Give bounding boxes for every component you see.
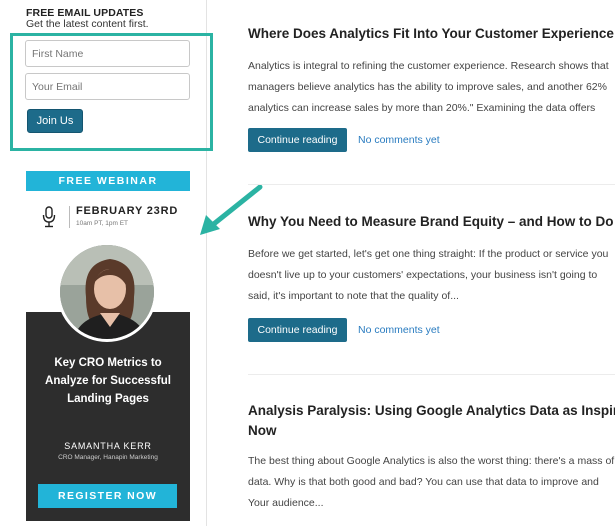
post-item: Where Does Analytics Fit Into Your Custo…: [248, 24, 615, 119]
continue-reading-button[interactable]: Continue reading: [248, 318, 347, 342]
post-item: Analysis Paralysis: Using Google Analyti…: [248, 401, 615, 514]
email-updates-subtitle: Get the latest content first.: [26, 18, 149, 30]
excerpt-line: Analytics is integral to refining the cu…: [248, 60, 609, 72]
speaker-role: CRO Manager, Hanapin Marketing: [58, 454, 158, 461]
webinar-banner: FREE WEBINAR: [26, 171, 190, 191]
main-content: Where Does Analytics Fit Into Your Custo…: [248, 0, 615, 526]
excerpt-line: Before we get started, let's get one thi…: [248, 248, 609, 260]
register-now-button[interactable]: REGISTER NOW: [38, 484, 177, 508]
post-excerpt: Analytics is integral to refining the cu…: [248, 56, 615, 119]
excerpt-line: Your audience...: [248, 497, 324, 509]
excerpt-line: analytics can increase sales by more tha…: [248, 102, 596, 114]
excerpt-line: data. Why is that both good and bad? You…: [248, 476, 599, 488]
post-title-line: Analysis Paralysis: Using Google Analyti…: [248, 403, 615, 418]
first-name-input[interactable]: [25, 40, 190, 67]
post-divider: [248, 184, 615, 185]
post-title[interactable]: Where Does Analytics Fit Into Your Custo…: [248, 24, 615, 44]
webinar-ad[interactable]: FREE WEBINAR FEBRUARY 23RD 10am PT, 1pm …: [26, 171, 190, 521]
excerpt-line: The best thing about Google Analytics is…: [248, 455, 615, 467]
excerpt-line: doesn't live up to your customers' expec…: [248, 269, 598, 281]
continue-reading-button[interactable]: Continue reading: [248, 128, 347, 152]
post-excerpt: The best thing about Google Analytics is…: [248, 451, 615, 514]
excerpt-line: managers believe analytics has the abili…: [248, 81, 607, 93]
post-divider: [248, 374, 615, 375]
comments-link[interactable]: No comments yet: [358, 134, 440, 146]
comments-link[interactable]: No comments yet: [358, 324, 440, 336]
speaker-photo: [57, 242, 157, 342]
speaker-name: SAMANTHA KERR: [64, 441, 152, 451]
webinar-date: FEBRUARY 23RD: [76, 205, 179, 217]
post-item: Why You Need to Measure Brand Equity – a…: [248, 212, 615, 307]
post-title[interactable]: Analysis Paralysis: Using Google Analyti…: [248, 401, 615, 441]
post-excerpt: Before we get started, let's get one thi…: [248, 244, 615, 307]
post-title-line: Now: [248, 423, 277, 438]
webinar-title: Key CRO Metrics to Analyze for Successfu…: [45, 357, 171, 405]
post-title[interactable]: Why You Need to Measure Brand Equity – a…: [248, 212, 615, 232]
date-divider: [69, 206, 70, 228]
email-input[interactable]: [25, 73, 190, 100]
excerpt-line: said, it's important to note that the qu…: [248, 290, 459, 302]
join-us-button[interactable]: Join Us: [27, 109, 83, 133]
webinar-time: 10am PT, 1pm ET: [76, 220, 129, 227]
sidebar: FREE EMAIL UPDATES Get the latest conten…: [0, 0, 213, 526]
microphone-icon: [42, 206, 56, 228]
